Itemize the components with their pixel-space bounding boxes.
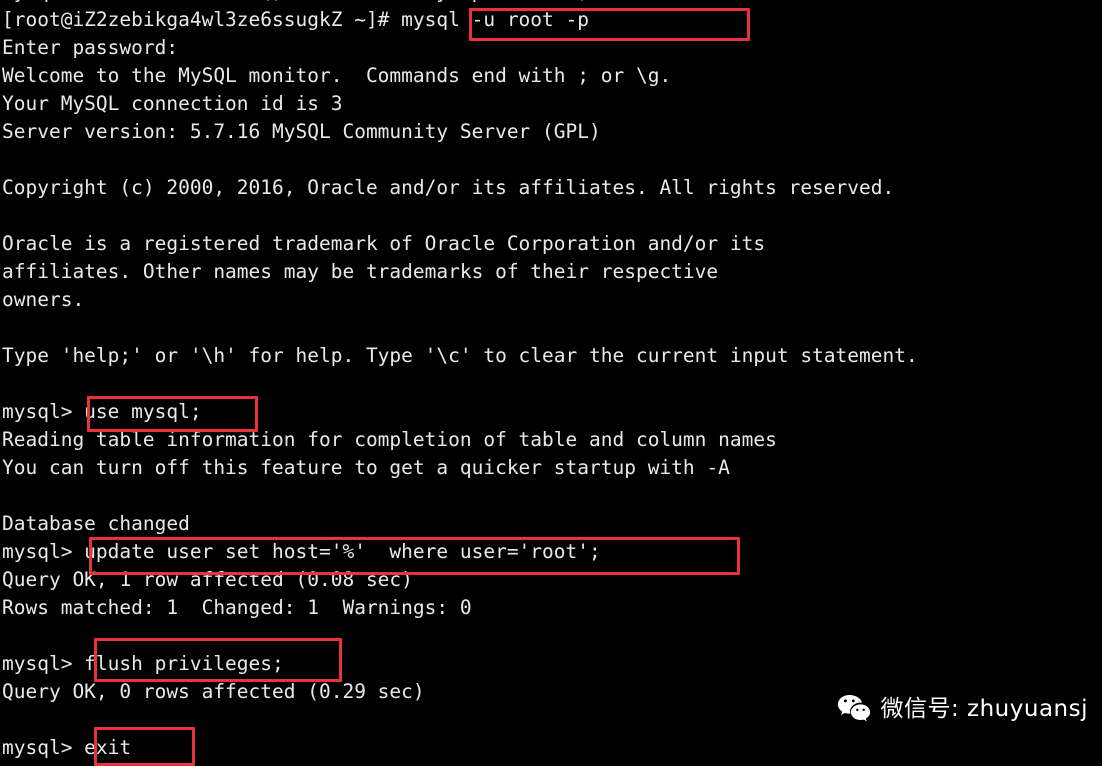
wechat-icon bbox=[837, 694, 871, 724]
terminal-line: Database changed bbox=[2, 512, 190, 535]
terminal-line: Copyright (c) 2000, 2016, Oracle and/or … bbox=[2, 176, 895, 199]
terminal-line: mysql> flush privileges; bbox=[2, 652, 284, 675]
terminal-line: owners. bbox=[2, 288, 85, 311]
terminal-line: Rows matched: 1 Changed: 1 Warnings: 0 bbox=[2, 596, 472, 619]
terminal-line: mysql> update user set host='%' where us… bbox=[2, 540, 601, 563]
terminal-window[interactable]: mysql> alter user user() identified by '… bbox=[0, 0, 1102, 766]
terminal-line: Welcome to the MySQL monitor. Commands e… bbox=[2, 64, 672, 87]
terminal-line: mysql> exit bbox=[2, 736, 132, 759]
terminal-line: Reading table information for completion… bbox=[2, 428, 777, 451]
terminal-line: Type 'help;' or '\h' for help. Type '\c'… bbox=[2, 344, 918, 367]
terminal-line: Query OK, 1 row affected (0.08 sec) bbox=[2, 568, 413, 591]
terminal-line: affiliates. Other names may be trademark… bbox=[2, 260, 719, 283]
terminal-line: mysql> use mysql; bbox=[2, 400, 202, 423]
terminal-line: You can turn off this feature to get a q… bbox=[2, 456, 730, 479]
watermark-text: 微信号: zhuyuansj bbox=[880, 696, 1088, 722]
terminal-line: [root@iZ2zebikga4wl3ze6ssugkZ ~]# mysql … bbox=[2, 8, 589, 31]
terminal-output: mysql> alter user user() identified by '… bbox=[0, 0, 1102, 762]
terminal-line: Your MySQL connection id is 3 bbox=[2, 92, 343, 115]
terminal-line: Server version: 5.7.16 MySQL Community S… bbox=[2, 120, 601, 143]
terminal-line: Oracle is a registered trademark of Orac… bbox=[2, 232, 766, 255]
terminal-line: Enter password: bbox=[2, 36, 179, 59]
watermark: 微信号: zhuyuansj bbox=[837, 694, 1088, 724]
